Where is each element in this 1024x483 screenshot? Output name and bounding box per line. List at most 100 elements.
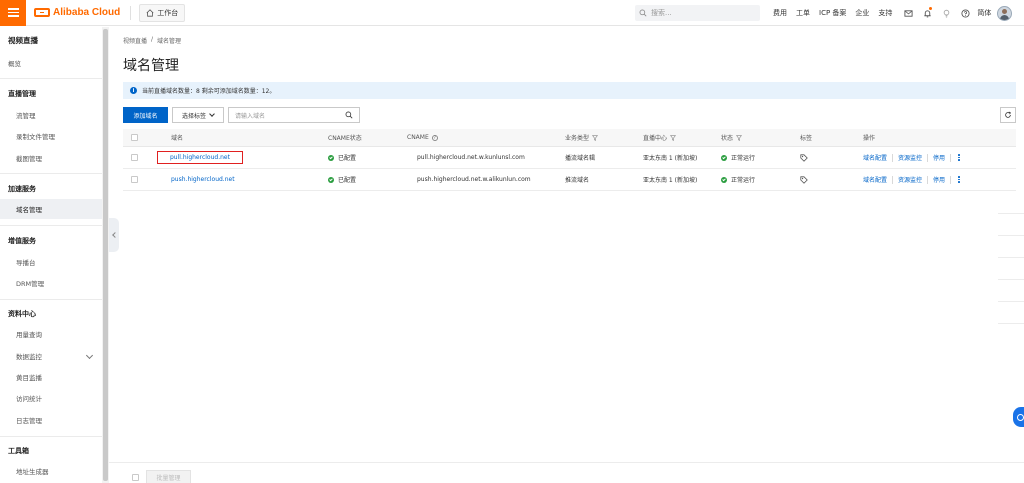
refresh-icon xyxy=(1005,111,1011,118)
status-text: 正常运行 xyxy=(731,155,756,162)
add-domain-button[interactable]: 添加域名 xyxy=(123,107,168,123)
sidebar-scrollbar[interactable] xyxy=(102,27,109,483)
brand-text: Alibaba Cloud xyxy=(53,7,121,18)
workbench-button[interactable]: 工作台 xyxy=(139,3,186,22)
disable-link[interactable]: 停用 xyxy=(933,175,945,184)
sidebar-divider xyxy=(0,436,102,437)
divider xyxy=(927,175,929,184)
global-search-placeholder: 搜索... xyxy=(651,9,672,17)
user-avatar[interactable] xyxy=(997,5,1013,21)
center-value: 亚太东南 1 (新加坡) xyxy=(643,177,698,184)
divider xyxy=(998,323,1024,324)
sidebar-item-label: 导播台 xyxy=(16,259,36,267)
message-icon[interactable] xyxy=(901,6,915,20)
chevron-down-icon xyxy=(85,351,94,360)
sidebar-item-label: 截图管理 xyxy=(16,155,42,163)
sidebar-item-access-stats[interactable]: 访问统计 xyxy=(0,388,102,408)
column-header-status-label: 状态 xyxy=(721,135,734,142)
top-link-fee[interactable]: 费用 xyxy=(773,8,787,18)
domain-config-link[interactable]: 域名配置 xyxy=(863,153,887,162)
bell-icon[interactable] xyxy=(920,6,934,20)
alibaba-logo-icon xyxy=(34,8,50,17)
tag-icon[interactable] xyxy=(800,153,808,162)
batch-manage-button[interactable]: 批量管理 xyxy=(146,470,191,483)
chevron-down-icon xyxy=(209,111,215,117)
more-icon[interactable] xyxy=(958,154,960,161)
top-link-enterprise[interactable]: 企业 xyxy=(855,8,869,18)
select-all-checkbox[interactable] xyxy=(131,134,138,141)
info-banner: i 当前直播域名数量：8 剩余可添加域名数量：12。 xyxy=(123,82,1016,99)
alibaba-cloud-logo[interactable]: Alibaba Cloud xyxy=(34,7,120,18)
sidebar-item-label: DRM管理 xyxy=(16,280,45,288)
global-search-input[interactable]: 搜索... xyxy=(635,5,760,21)
cname-value: push.highercloud.net.w.alikunlun.com xyxy=(417,176,531,183)
language-switch[interactable]: 简体 xyxy=(977,8,991,18)
sidebar-item-snapshots[interactable]: 截图管理 xyxy=(0,148,102,168)
sidebar-item-monitoring[interactable]: 数据监控 xyxy=(0,346,102,366)
sidebar-item-domain-management[interactable]: 域名管理 xyxy=(0,199,102,219)
sidebar-section-data: 资料中心 xyxy=(8,310,36,318)
more-icon[interactable] xyxy=(958,176,960,183)
row-operations: 域名配置 资源监控 停用 xyxy=(863,147,960,168)
batch-footer: 批量管理 xyxy=(109,462,1024,483)
cname-status-text: 已配置 xyxy=(338,155,357,162)
row-checkbox[interactable] xyxy=(131,154,138,161)
domain-search-input[interactable]: 请输入域名 xyxy=(228,107,360,123)
sidebar-item-label: 数据监控 xyxy=(16,353,42,361)
biz-type-value: 推流域名 xyxy=(565,177,590,184)
sidebar-item-streams[interactable]: 流管理 xyxy=(0,105,102,125)
disable-link[interactable]: 停用 xyxy=(933,153,945,162)
column-header-center-label: 直播中心 xyxy=(643,135,668,142)
row-checkbox[interactable] xyxy=(131,176,138,183)
column-header-cname-label: CNAME xyxy=(407,134,429,141)
divider xyxy=(950,153,952,162)
sidebar-title: 视频直播 xyxy=(8,36,38,45)
resource-monitor-link[interactable]: 资源监控 xyxy=(898,153,922,162)
filter-icon[interactable] xyxy=(736,134,743,141)
top-link-icp[interactable]: ICP 备案 xyxy=(819,8,846,18)
filter-icon[interactable] xyxy=(670,134,677,141)
floating-assistant-button[interactable] xyxy=(1013,407,1024,427)
domain-config-link[interactable]: 域名配置 xyxy=(863,175,887,184)
top-link-support[interactable]: 支持 xyxy=(878,8,892,18)
sidebar-item-recordings[interactable]: 录制文件管理 xyxy=(0,126,102,146)
sidebar-item-logs[interactable]: 日志管理 xyxy=(0,410,102,430)
top-links: 费用 工单 ICP 备案 企业 支持 简体 xyxy=(773,0,1013,26)
column-header-ops: 操作 xyxy=(863,135,876,142)
sidebar-item-label: 黄目监播 xyxy=(16,374,42,382)
domain-link[interactable]: push.highercloud.net xyxy=(171,176,235,183)
column-header-center: 直播中心 xyxy=(643,129,677,146)
top-link-ticket[interactable]: 工单 xyxy=(796,8,810,18)
filter-icon[interactable] xyxy=(592,134,599,141)
breadcrumb: 视频直播 / 域名管理 xyxy=(123,36,181,45)
sidebar-item-broadcast-monitor[interactable]: 黄目监播 xyxy=(0,367,102,387)
sidebar-divider xyxy=(0,78,102,79)
select-tag-dropdown[interactable]: 选择标签 xyxy=(172,107,224,123)
sidebar-section-live: 直播管理 xyxy=(8,90,36,98)
divider xyxy=(998,213,1024,214)
hamburger-menu-icon[interactable] xyxy=(0,0,26,26)
info-text: 当前直播域名数量：8 剩余可添加域名数量：12。 xyxy=(142,88,276,95)
divider xyxy=(998,235,1024,236)
column-header-status: 状态 xyxy=(721,129,743,146)
sidebar-item-drm[interactable]: DRM管理 xyxy=(0,273,102,293)
table-row: pull.highercloud.net 已配置 pull.higherclou… xyxy=(123,147,1016,169)
sidebar-section-tools: 工具箱 xyxy=(8,447,29,455)
divider xyxy=(892,153,894,162)
tag-icon[interactable] xyxy=(800,175,808,184)
domain-link[interactable]: pull.highercloud.net xyxy=(157,151,243,164)
search-icon[interactable] xyxy=(345,111,353,119)
footer-select-all-checkbox[interactable] xyxy=(132,474,139,481)
sidebar-item-director[interactable]: 导播台 xyxy=(0,252,102,272)
lightbulb-icon[interactable] xyxy=(939,6,953,20)
breadcrumb-live[interactable]: 视频直播 xyxy=(123,36,147,45)
help-icon[interactable] xyxy=(958,6,972,20)
biz-type-value: 播流域名辑 xyxy=(565,155,596,162)
scrollbar-thumb[interactable] xyxy=(103,29,108,481)
sidebar-item-overview[interactable]: 概览 xyxy=(0,53,102,73)
refresh-button[interactable] xyxy=(1000,107,1016,123)
sidebar-item-usage[interactable]: 用量查询 xyxy=(0,324,102,344)
sidebar-item-address-generator[interactable]: 地址生成器 xyxy=(0,461,102,481)
resource-monitor-link[interactable]: 资源监控 xyxy=(898,175,922,184)
question-icon[interactable]: ? xyxy=(431,134,438,141)
